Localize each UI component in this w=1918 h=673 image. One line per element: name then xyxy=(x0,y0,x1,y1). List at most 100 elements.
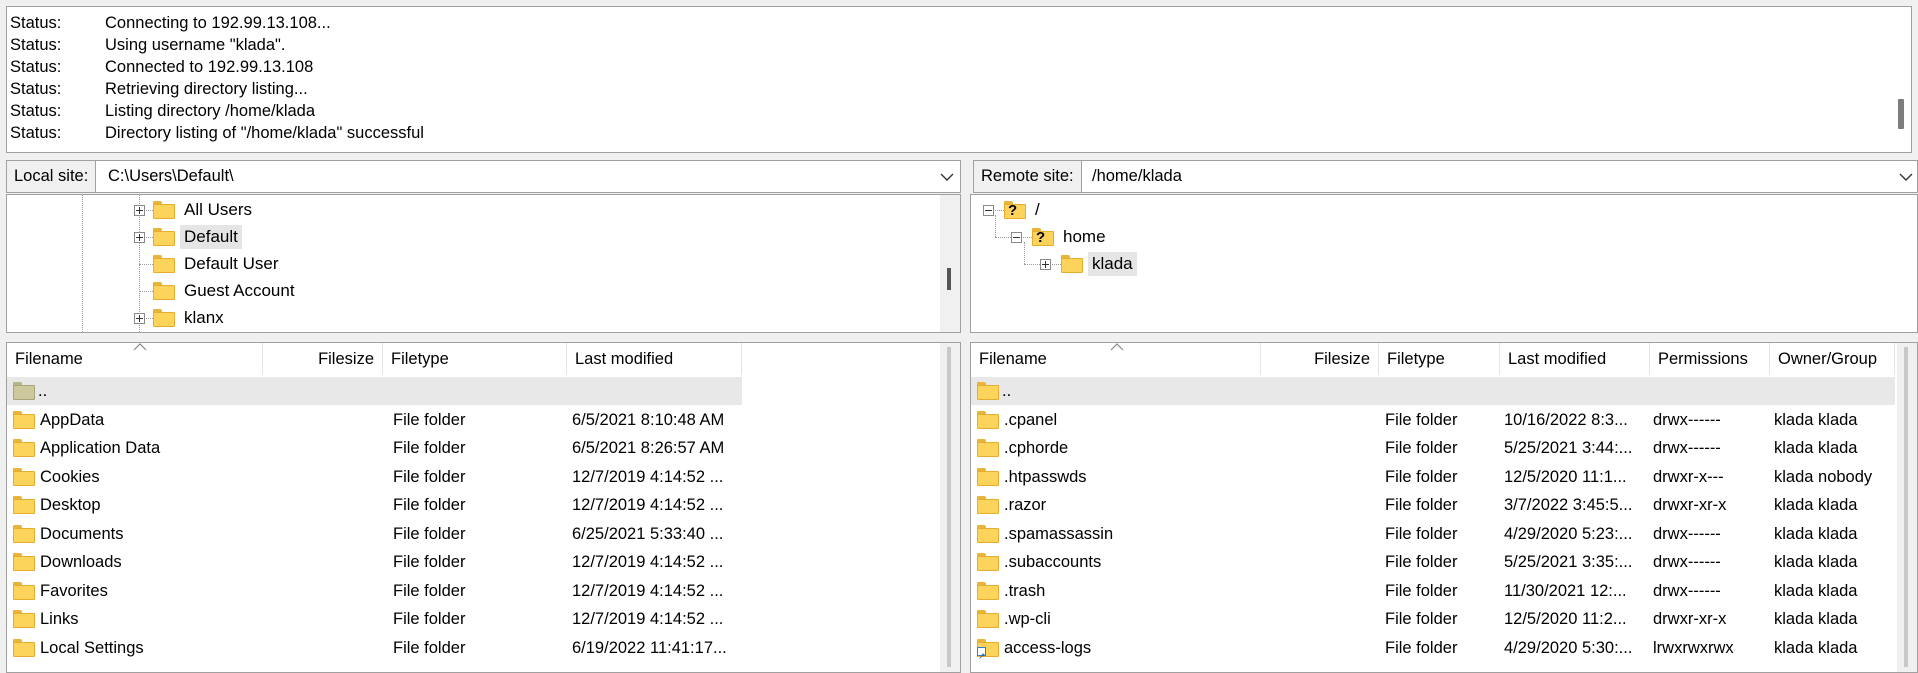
file-row[interactable]: Cookies File folder 12/7/2019 4:14:52 ... xyxy=(7,463,742,491)
last-modified-cell xyxy=(1504,377,1646,405)
file-row[interactable]: .razor File folder 3/7/2022 3:45:5... drwxr… xyxy=(971,491,1895,519)
tree-node[interactable]: Default User xyxy=(153,252,403,276)
file-row[interactable]: .trash File folder 11/30/2021 12:... drwx--… xyxy=(971,577,1895,605)
file-row[interactable]: .cphorde File folder 5/25/2021 3:44:... drw… xyxy=(971,434,1895,462)
last-modified-cell: 12/5/2020 11:2... xyxy=(1504,610,1627,628)
folder-icon xyxy=(13,581,35,600)
filename-cell: .cpanel xyxy=(977,406,1257,434)
pane-splitter[interactable] xyxy=(962,155,970,673)
file-row[interactable]: AppData File folder 6/5/2021 8:10:48 AM xyxy=(7,406,742,434)
filename-text: Downloads xyxy=(40,553,122,571)
tree-guide-line xyxy=(1023,237,1032,238)
file-row[interactable]: .cpanel File folder 10/16/2022 8:3... drwx-… xyxy=(971,406,1895,434)
column-filetype[interactable]: Filetype xyxy=(383,343,567,375)
filename-text: .trash xyxy=(1004,581,1046,600)
filename-cell: access-logs xyxy=(977,634,1257,662)
filename-cell: .trash xyxy=(977,577,1257,605)
file-row[interactable]: .subaccounts File folder 5/25/2021 3:35:..… xyxy=(971,548,1895,576)
log-scrollbar[interactable] xyxy=(1891,7,1911,152)
tree-node[interactable]: ? / xyxy=(1004,198,1204,222)
tree-node-label: klada xyxy=(1088,252,1137,276)
last-modified-cell: 6/19/2022 11:41:17... xyxy=(572,638,727,657)
filetype-cell: File folder xyxy=(1385,581,1458,600)
remote-list-scrollbar[interactable] xyxy=(1897,343,1917,672)
tree-node[interactable]: Guest Account xyxy=(153,279,403,303)
permissions-cell: drwx------ xyxy=(1653,439,1721,457)
expand-toggle-icon[interactable] xyxy=(983,205,994,216)
column-filename[interactable]: Filename xyxy=(971,343,1261,375)
column-owner-group[interactable]: Owner/Group xyxy=(1770,343,1895,375)
expand-toggle-icon[interactable] xyxy=(134,313,145,324)
permissions-cell: drwx------ xyxy=(1653,410,1721,429)
tree-guide-line xyxy=(1024,242,1025,264)
filename-cell: Local Settings xyxy=(13,634,253,662)
permissions-cell: drwxr-xr-x xyxy=(1653,496,1727,514)
local-list-scrollbar[interactable] xyxy=(940,343,960,672)
expand-toggle-icon[interactable] xyxy=(134,232,145,243)
remote-site-path-input[interactable] xyxy=(1092,161,1882,192)
local-site-path-input[interactable] xyxy=(108,161,928,192)
file-row[interactable]: Links File folder 12/7/2019 4:14:52 ... xyxy=(7,605,742,633)
log-message: Connected to 192.99.13.108 xyxy=(105,58,314,76)
file-row[interactable]: Desktop File folder 12/7/2019 4:14:52 ... xyxy=(7,491,742,519)
tree-node[interactable]: ? home xyxy=(1032,225,1232,249)
column-filename[interactable]: Filename xyxy=(7,343,263,375)
message-log[interactable]: Status: Connecting to 192.99.13.108... Sta… xyxy=(6,6,1912,153)
file-row[interactable]: .spamassassin File folder 4/29/2020 5:23:.… xyxy=(971,520,1895,548)
file-row[interactable]: Favorites File folder 12/7/2019 4:14:52 ..… xyxy=(7,577,742,605)
filename-cell: .razor xyxy=(977,491,1257,519)
folder-icon xyxy=(977,467,999,486)
file-row[interactable]: Documents File folder 6/25/2021 5:33:40 ..… xyxy=(7,520,742,548)
log-message: Retrieving directory listing... xyxy=(105,80,308,98)
expand-toggle-icon[interactable] xyxy=(1011,232,1022,243)
file-row[interactable]: Application Data File folder 6/5/2021 8:26… xyxy=(7,434,742,462)
local-file-list[interactable]: Filename Filesize Filetype Last modified… xyxy=(6,342,961,673)
remote-directory-tree[interactable]: ? / ? home klada xyxy=(970,194,1918,333)
parent-directory-row[interactable]: .. xyxy=(7,377,742,405)
column-last-modified[interactable]: Last modified xyxy=(1500,343,1650,375)
permissions-cell: lrwxrwxrwx xyxy=(1653,638,1734,657)
filename-text: .subaccounts xyxy=(1004,553,1102,571)
column-filesize[interactable]: Filesize xyxy=(1261,343,1379,375)
expand-toggle-icon[interactable] xyxy=(134,205,145,216)
last-modified-cell: 12/7/2019 4:14:52 ... xyxy=(572,610,724,628)
filetype-cell: File folder xyxy=(1385,524,1458,543)
filename-cell: Favorites xyxy=(13,577,253,605)
filename-text: Local Settings xyxy=(40,638,144,657)
tree-node[interactable]: klada xyxy=(1061,252,1261,276)
last-modified-cell: 12/7/2019 4:14:52 ... xyxy=(572,467,724,486)
filetype-cell xyxy=(393,377,563,405)
file-row[interactable]: .wp-cli File folder 12/5/2020 11:2... drwxr… xyxy=(971,605,1895,633)
remote-file-list[interactable]: Filename Filesize Filetype Last modified… xyxy=(970,342,1918,673)
filename-text: .wp-cli xyxy=(1004,610,1051,628)
local-directory-tree[interactable]: All Users Default Default User Guest Accoun… xyxy=(6,194,961,333)
tree-node[interactable]: All Users xyxy=(153,198,403,222)
remote-site-dropdown[interactable] xyxy=(1893,161,1918,192)
folder-icon xyxy=(153,201,175,219)
column-filesize[interactable]: Filesize xyxy=(263,343,383,375)
log-type: Status: xyxy=(10,102,62,120)
filename-cell: Desktop xyxy=(13,491,253,519)
local-tree-scrollbar[interactable] xyxy=(940,195,960,332)
column-permissions[interactable]: Permissions xyxy=(1650,343,1770,375)
unknown-folder-icon: ? xyxy=(1032,228,1054,246)
folder-icon xyxy=(977,581,999,600)
last-modified-cell xyxy=(572,377,740,405)
tree-node[interactable]: Default xyxy=(153,225,403,249)
filename-text: Documents xyxy=(40,524,124,543)
file-row[interactable]: Local Settings File folder 6/19/2022 11:41… xyxy=(7,634,742,662)
parent-directory-row[interactable]: .. xyxy=(971,377,1895,405)
local-site-dropdown[interactable] xyxy=(934,161,960,192)
column-last-modified[interactable]: Last modified xyxy=(567,343,742,375)
file-row[interactable]: .htpasswds File folder 12/5/2020 11:1... dr… xyxy=(971,463,1895,491)
log-type: Status: xyxy=(10,14,62,32)
column-filetype[interactable]: Filetype xyxy=(1379,343,1500,375)
tree-node[interactable]: klanx xyxy=(153,306,403,330)
file-row[interactable]: access-logs File folder 4/29/2020 5:30:...… xyxy=(971,634,1895,662)
filename-text: AppData xyxy=(40,410,105,429)
folder-icon xyxy=(153,255,175,273)
last-modified-cell: 5/25/2021 3:35:... xyxy=(1504,553,1633,571)
expand-toggle-icon[interactable] xyxy=(1040,259,1051,270)
filename-cell: .htpasswds xyxy=(977,463,1257,491)
file-row[interactable]: Downloads File folder 12/7/2019 4:14:52 ..… xyxy=(7,548,742,576)
